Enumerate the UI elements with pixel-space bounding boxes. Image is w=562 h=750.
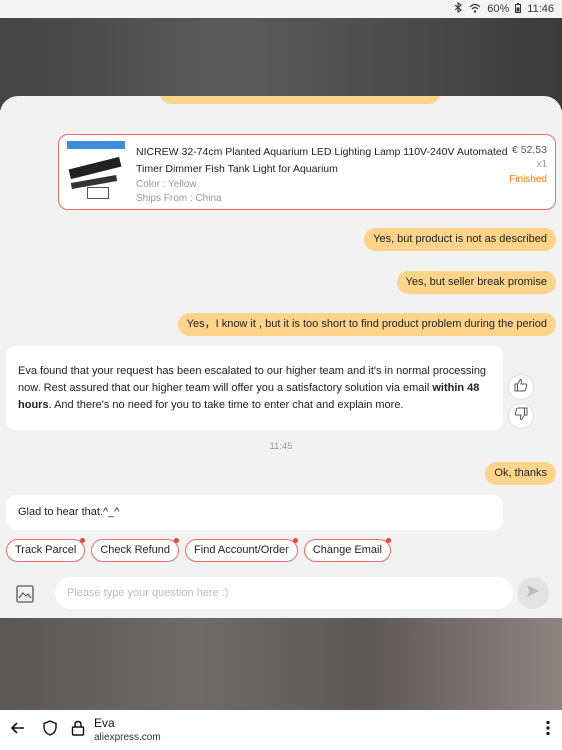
bot-message-text: Glad to hear that.^_^ [18,506,120,518]
send-button[interactable] [517,577,549,609]
user-message: Yes, but seller break promise [396,271,556,294]
product-price: € 52,53 [511,144,547,156]
thumbs-up-icon [514,378,528,397]
notification-dot [80,538,86,543]
status-bar: 60% 11:46 [0,0,562,18]
chip-label: Change Email [312,544,382,556]
background-image-bottom [0,618,562,710]
lock-icon [71,720,85,741]
clock: 11:46 [527,3,554,15]
order-status: Finished [509,174,547,185]
browser-toolbar: Eva aliexpress.com [0,710,562,750]
shield-button[interactable] [40,719,60,741]
quick-reply-chips: Track Parcel Check Refund Find Account/O… [6,538,391,562]
thumbs-up-button[interactable] [509,375,533,399]
thumbs-down-button[interactable] [509,404,533,428]
user-message: Yes, but product is not as described [364,228,556,251]
bot-message-text: . And there's no need for you to take ti… [48,399,404,411]
chip-check-refund[interactable]: Check Refund [91,538,180,562]
battery-percent: 60% [487,3,510,15]
previous-message-bubble [160,96,440,104]
user-message: Ok, thanks [485,462,556,485]
page-title: Eva [94,716,115,730]
input-bar [0,572,562,618]
chip-label: Check Refund [100,544,171,556]
more-vert-icon [546,720,550,741]
question-input[interactable] [55,577,513,609]
lock-button[interactable] [68,720,88,740]
bot-message: Eva found that your request has been esc… [6,346,503,430]
notification-dot [385,538,391,543]
notification-dot [174,538,180,543]
back-button[interactable] [8,720,28,740]
chip-find-account-order[interactable]: Find Account/Order [185,538,298,562]
user-message: Yes，I know it , but it is too short to f… [177,313,556,336]
bot-message-text: Eva found that your request has been esc… [18,365,487,394]
bluetooth-icon [454,1,463,16]
product-color: Color : Yellow [136,179,197,190]
bot-message: Glad to hear that.^_^ [6,495,503,530]
page-url[interactable]: aliexpress.com [94,732,161,743]
more-menu-button[interactable] [538,720,558,740]
product-card[interactable]: NICREW 32-74cm Planted Aquarium LED Ligh… [58,134,556,210]
thumbs-down-icon [514,407,528,426]
battery-icon [515,2,522,16]
shield-icon [42,719,58,741]
notification-dot [292,538,298,543]
image-upload-icon[interactable] [16,585,34,603]
product-title: NICREW 32-74cm Planted Aquarium LED Ligh… [136,146,508,175]
chip-label: Find Account/Order [194,544,289,556]
chat-panel[interactable]: NICREW 32-74cm Planted Aquarium LED Ligh… [0,96,562,618]
product-ships-from: Ships From : China [136,193,222,204]
product-quantity: x1 [536,159,547,170]
chip-track-parcel[interactable]: Track Parcel [6,538,86,562]
send-icon [525,583,541,604]
back-arrow-icon [10,720,26,741]
wifi-icon [469,3,481,16]
chip-change-email[interactable]: Change Email [303,538,391,562]
message-timestamp: 11:45 [269,441,293,452]
product-thumbnail [67,141,125,205]
chip-label: Track Parcel [15,544,77,556]
